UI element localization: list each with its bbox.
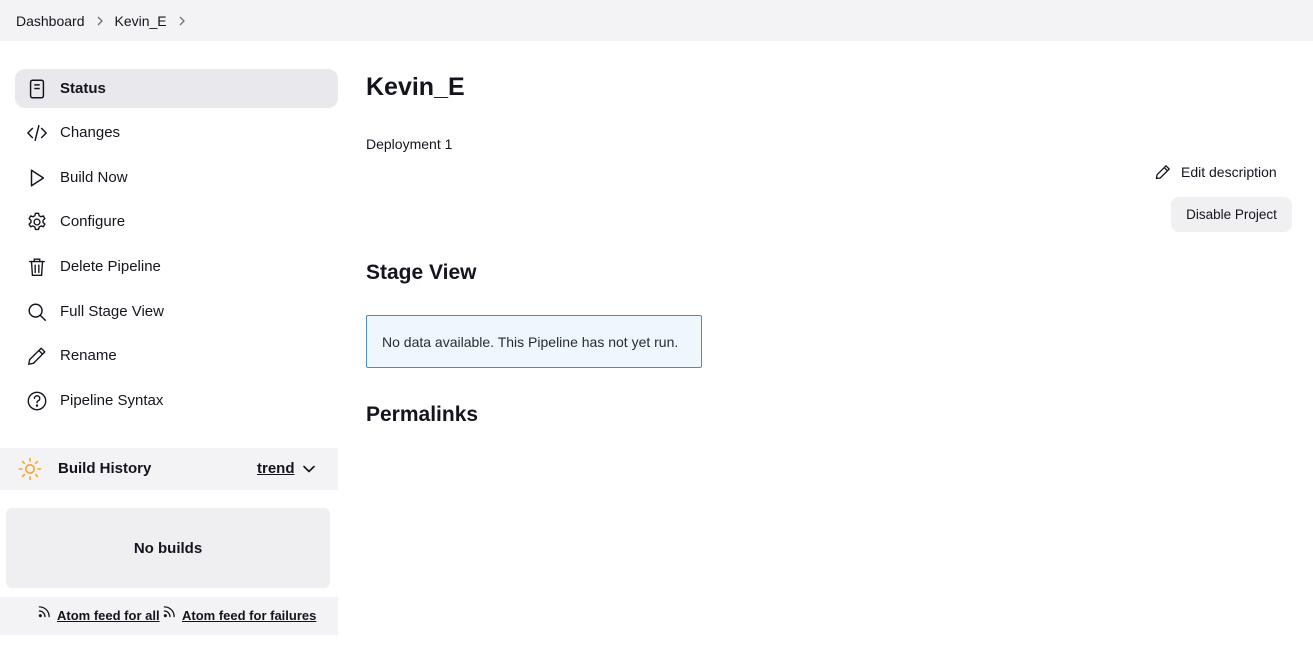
build-history-header: Build History trend bbox=[0, 448, 338, 490]
chevron-right-icon bbox=[85, 11, 115, 31]
sidebar-item-label: Pipeline Syntax bbox=[60, 392, 164, 409]
gear-icon bbox=[25, 210, 49, 234]
document-icon bbox=[25, 77, 49, 101]
sidebar-item-label: Status bbox=[60, 80, 106, 97]
sidebar-item-build-now[interactable]: Build Now bbox=[15, 158, 338, 197]
atom-feeds: Atom feed for all Atom feed for failures bbox=[0, 597, 338, 635]
breadcrumb: Dashboard Kevin_E bbox=[0, 0, 1313, 41]
build-history-title: Build History bbox=[58, 460, 152, 477]
atom-feed-failures-link[interactable]: Atom feed for failures bbox=[163, 606, 317, 623]
chevron-right-icon[interactable] bbox=[167, 11, 197, 31]
rss-icon bbox=[163, 606, 175, 618]
sidebar-item-label: Full Stage View bbox=[60, 303, 164, 320]
stage-view-notice: No data available. This Pipeline has not… bbox=[366, 315, 702, 368]
rss-icon bbox=[38, 606, 50, 618]
chevron-down-icon[interactable] bbox=[302, 462, 316, 476]
sidebar-item-label: Rename bbox=[60, 347, 117, 364]
job-description: Deployment 1 bbox=[366, 136, 453, 152]
sidebar-item-full-stage-view[interactable]: Full Stage View bbox=[15, 292, 338, 331]
build-history-empty: No builds bbox=[6, 508, 330, 588]
edit-description-link[interactable]: Edit description bbox=[1155, 162, 1277, 182]
trend-link[interactable]: trend bbox=[257, 460, 295, 477]
stage-view-heading: Stage View bbox=[366, 261, 477, 284]
atom-feed-all-label: Atom feed for all bbox=[57, 608, 160, 623]
sidebar-item-rename[interactable]: Rename bbox=[15, 336, 338, 375]
search-icon bbox=[25, 300, 49, 324]
pencil-icon bbox=[1155, 165, 1170, 180]
page-title: Kevin_E bbox=[366, 73, 465, 101]
sidebar-item-delete-pipeline[interactable]: Delete Pipeline bbox=[15, 247, 338, 286]
edit-description-label: Edit description bbox=[1181, 164, 1277, 180]
sidebar-item-label: Delete Pipeline bbox=[60, 258, 161, 275]
sidebar-item-pipeline-syntax[interactable]: Pipeline Syntax bbox=[15, 381, 338, 420]
code-icon bbox=[25, 121, 49, 145]
atom-feed-all-link[interactable]: Atom feed for all bbox=[38, 606, 160, 623]
pencil-icon bbox=[25, 344, 49, 368]
sidebar-item-label: Build Now bbox=[60, 169, 128, 186]
disable-project-button[interactable]: Disable Project bbox=[1171, 197, 1292, 232]
breadcrumb-job[interactable]: Kevin_E bbox=[115, 13, 167, 29]
play-icon bbox=[25, 166, 49, 190]
breadcrumb-dashboard[interactable]: Dashboard bbox=[16, 13, 85, 29]
sidebar-item-status[interactable]: Status bbox=[15, 69, 338, 108]
sun-icon bbox=[18, 457, 42, 481]
trash-icon bbox=[25, 255, 49, 279]
sidebar-item-changes[interactable]: Changes bbox=[15, 113, 338, 152]
atom-feed-failures-label: Atom feed for failures bbox=[182, 608, 317, 623]
sidebar-item-configure[interactable]: Configure bbox=[15, 202, 338, 241]
sidebar-item-label: Configure bbox=[60, 213, 126, 230]
permalinks-heading: Permalinks bbox=[366, 403, 479, 426]
sidebar-item-label: Changes bbox=[60, 124, 121, 141]
help-icon bbox=[25, 389, 49, 413]
